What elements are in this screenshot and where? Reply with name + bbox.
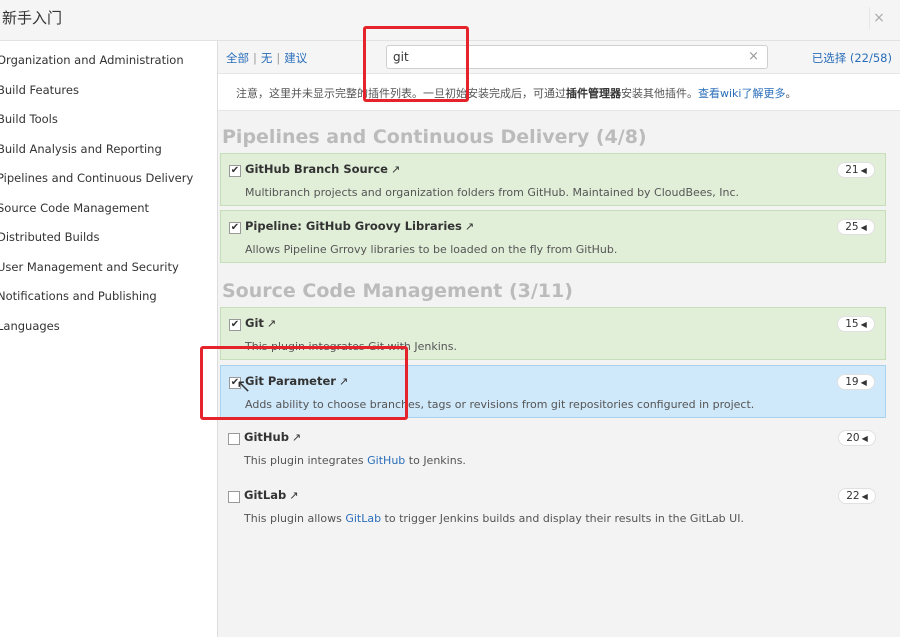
sidebar-item-user-management[interactable]: User Management and Security bbox=[0, 253, 217, 283]
plugin-row-git-parameter[interactable]: ✔ Git Parameter ↗ Adds ability to choose … bbox=[220, 365, 886, 418]
close-icon[interactable]: × bbox=[869, 7, 888, 29]
external-link-icon[interactable]: ↗ bbox=[267, 317, 276, 330]
category-sidebar: Organization and Administration Build Fe… bbox=[0, 41, 218, 637]
plugin-list: Pipelines and Continuous Delivery (4/8) … bbox=[218, 111, 900, 637]
filter-none-link[interactable]: 无 bbox=[261, 51, 273, 65]
github-link[interactable]: GitHub bbox=[367, 454, 405, 467]
selected-count-link[interactable]: 已选择 (22/58) bbox=[812, 50, 892, 66]
plugin-checkbox[interactable]: ✔ bbox=[229, 377, 241, 389]
dependency-count-badge[interactable]: 15 ◀ bbox=[837, 316, 875, 332]
plugin-checkbox[interactable] bbox=[228, 491, 240, 503]
plugin-name[interactable]: GitHub Branch Source ↗ bbox=[245, 162, 400, 176]
dependency-count-badge[interactable]: 19 ◀ bbox=[837, 374, 875, 390]
plugin-row-github-branch-source[interactable]: ✔ GitHub Branch Source ↗ Multibranch proj… bbox=[220, 153, 886, 206]
sidebar-item-pipelines[interactable]: Pipelines and Continuous Delivery bbox=[0, 164, 217, 194]
expand-arrow-icon: ◀ bbox=[860, 320, 867, 329]
plugin-checkbox[interactable] bbox=[228, 433, 240, 445]
plugin-description: This plugin integrates Git with Jenkins. bbox=[245, 340, 457, 353]
sidebar-item-languages[interactable]: Languages bbox=[0, 312, 217, 342]
dependency-count-badge[interactable]: 21 ◀ bbox=[837, 162, 875, 178]
filter-suggested-link[interactable]: 建议 bbox=[284, 51, 307, 65]
external-link-icon[interactable]: ↗ bbox=[339, 375, 348, 388]
plugin-name[interactable]: GitHub ↗ bbox=[244, 430, 301, 444]
dialog-titlebar: 新手入门 × bbox=[0, 0, 900, 41]
group-title-scm: Source Code Management (3/11) bbox=[222, 280, 573, 302]
plugin-checkbox[interactable]: ✔ bbox=[229, 319, 241, 331]
sidebar-item-distributed-builds[interactable]: Distributed Builds bbox=[0, 223, 217, 253]
plugin-checkbox[interactable]: ✔ bbox=[229, 222, 241, 234]
selection-filters: 全部 | 无 | 建议 bbox=[226, 50, 307, 66]
sidebar-item-scm[interactable]: Source Code Management bbox=[0, 194, 217, 224]
expand-arrow-icon: ◀ bbox=[860, 223, 867, 232]
plugin-description: This plugin allows GitLab to trigger Jen… bbox=[244, 512, 744, 525]
notice-plugin-manager: 插件管理器 bbox=[566, 87, 621, 100]
plugin-checkbox[interactable]: ✔ bbox=[229, 165, 241, 177]
plugin-row-pipeline-github-groovy[interactable]: ✔ Pipeline: GitHub Groovy Libraries ↗ All… bbox=[220, 210, 886, 263]
plugin-notice: 注意，这里并未显示完整的插件列表。一旦初始安装完成后，可通过插件管理器安装其他插… bbox=[218, 74, 900, 111]
sidebar-item-build-tools[interactable]: Build Tools bbox=[0, 105, 217, 135]
plugin-description: Adds ability to choose branches, tags or… bbox=[245, 398, 755, 411]
gitlab-link[interactable]: GitLab bbox=[345, 512, 381, 525]
sidebar-item-organization[interactable]: Organization and Administration bbox=[0, 46, 217, 76]
external-link-icon[interactable]: ↗ bbox=[289, 489, 298, 502]
external-link-icon[interactable]: ↗ bbox=[391, 163, 400, 176]
notice-prefix: 注意，这里并未显示完整的插件列表。一旦初始安装完成后，可通过 bbox=[236, 87, 566, 100]
filter-all-link[interactable]: 全部 bbox=[226, 51, 249, 65]
plugin-toolbar: 全部|无|建议 × 已选择 (22/58) bbox=[218, 41, 900, 74]
external-link-icon[interactable]: ↗ bbox=[292, 431, 301, 444]
external-link-icon[interactable]: ↗ bbox=[465, 220, 474, 233]
dependency-count-badge[interactable]: 22 ◀ bbox=[838, 488, 876, 504]
expand-arrow-icon: ◀ bbox=[861, 492, 868, 501]
plugin-description: Multibranch projects and organization fo… bbox=[245, 186, 740, 199]
plugin-row-git[interactable]: ✔ Git ↗ This plugin integrates Git with J… bbox=[220, 307, 886, 360]
expand-arrow-icon: ◀ bbox=[861, 434, 868, 443]
dependency-count-badge[interactable]: 20 ◀ bbox=[838, 430, 876, 446]
wiki-link[interactable]: 查看wiki了解更多 bbox=[698, 87, 785, 100]
notice-suffix: 。 bbox=[785, 87, 797, 100]
dialog-title: 新手入门 bbox=[2, 9, 63, 27]
plugin-name[interactable]: Pipeline: GitHub Groovy Libraries ↗ bbox=[245, 219, 474, 233]
plugin-description: Allows Pipeline Grrovy libraries to be l… bbox=[245, 243, 618, 256]
filter-separator: | bbox=[253, 51, 257, 65]
plugin-name[interactable]: Git ↗ bbox=[245, 316, 276, 330]
clear-icon[interactable]: × bbox=[748, 49, 759, 64]
expand-arrow-icon: ◀ bbox=[860, 378, 867, 387]
dependency-count-badge[interactable]: 25 ◀ bbox=[837, 219, 875, 235]
filter-separator: | bbox=[276, 51, 281, 65]
group-title-pipelines: Pipelines and Continuous Delivery (4/8) bbox=[222, 126, 647, 148]
plugin-name[interactable]: Git Parameter ↗ bbox=[245, 374, 348, 388]
plugin-name[interactable]: GitLab ↗ bbox=[244, 488, 298, 502]
sidebar-item-notifications[interactable]: Notifications and Publishing bbox=[0, 282, 217, 312]
sidebar-item-build-analysis[interactable]: Build Analysis and Reporting bbox=[0, 135, 217, 165]
plugin-search-box[interactable]: × bbox=[386, 45, 768, 69]
plugin-row-github[interactable]: GitHub ↗ This plugin integrates GitHub to… bbox=[220, 422, 886, 475]
sidebar-item-build-features[interactable]: Build Features bbox=[0, 76, 217, 106]
plugin-description: This plugin integrates GitHub to Jenkins… bbox=[244, 454, 466, 467]
notice-middle: 安装其他插件。 bbox=[621, 87, 698, 100]
plugin-row-gitlab[interactable]: GitLab ↗ This plugin allows GitLab to tri… bbox=[220, 480, 886, 533]
plugin-search-input[interactable] bbox=[391, 49, 735, 65]
plugin-panel: 全部|无|建议 × 已选择 (22/58) 注意，这里并未显示完整的插件列表。一… bbox=[218, 41, 900, 637]
notice-text: 注意，这里并未显示完整的插件列表。一旦初始安装完成后，可通过插件管理器安装其他插… bbox=[236, 85, 796, 101]
expand-arrow-icon: ◀ bbox=[860, 166, 867, 175]
